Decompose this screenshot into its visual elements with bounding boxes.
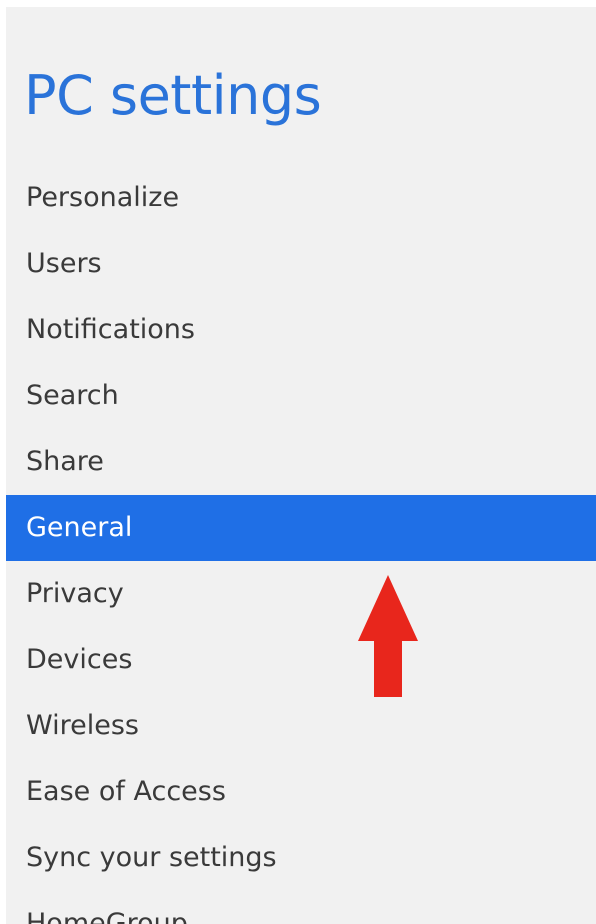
nav-item-sync-your-settings[interactable]: Sync your settings bbox=[6, 825, 596, 891]
nav-item-privacy[interactable]: Privacy bbox=[6, 561, 596, 627]
up-arrow-shape bbox=[358, 575, 418, 697]
pc-settings-panel: PC settings Personalize Users Notificati… bbox=[6, 7, 596, 924]
nav-item-ease-of-access[interactable]: Ease of Access bbox=[6, 759, 596, 825]
nav-item-search[interactable]: Search bbox=[6, 363, 596, 429]
nav-item-personalize[interactable]: Personalize bbox=[6, 165, 596, 231]
nav-item-devices[interactable]: Devices bbox=[6, 627, 596, 693]
settings-nav: Personalize Users Notifications Search S… bbox=[6, 165, 596, 924]
nav-item-share[interactable]: Share bbox=[6, 429, 596, 495]
nav-item-wireless[interactable]: Wireless bbox=[6, 693, 596, 759]
nav-item-general[interactable]: General bbox=[6, 495, 596, 561]
nav-item-notifications[interactable]: Notifications bbox=[6, 297, 596, 363]
page-title: PC settings bbox=[24, 64, 322, 127]
nav-item-homegroup[interactable]: HomeGroup bbox=[6, 891, 596, 924]
nav-item-users[interactable]: Users bbox=[6, 231, 596, 297]
up-arrow-icon bbox=[358, 575, 418, 697]
